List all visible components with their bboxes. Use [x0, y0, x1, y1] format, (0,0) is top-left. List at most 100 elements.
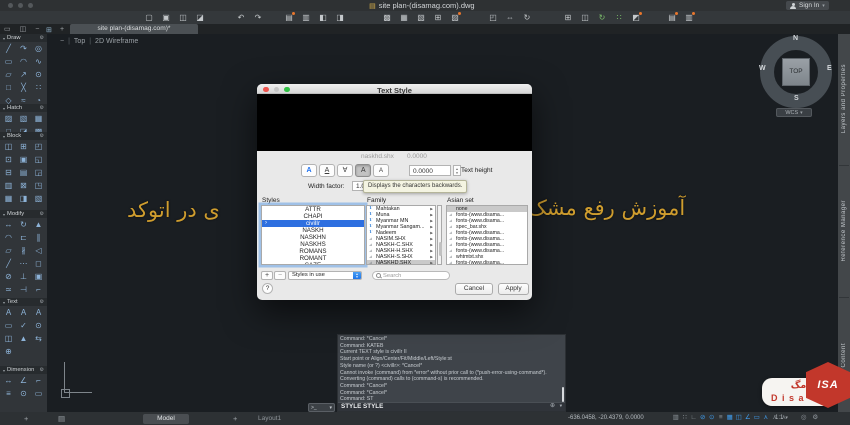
- compass-north[interactable]: N: [793, 35, 798, 42]
- draw-tool-icon[interactable]: ◠: [16, 55, 31, 68]
- draw-tool-icon[interactable]: ╳: [16, 81, 31, 94]
- cancel-button[interactable]: Cancel: [455, 283, 493, 295]
- vertical-toggle[interactable]: A: [373, 164, 389, 177]
- draw-tool-icon[interactable]: ▭: [1, 55, 16, 68]
- dimension-tool-icon[interactable]: ▭: [31, 387, 46, 400]
- open-file-icon[interactable]: ▣: [160, 12, 172, 24]
- plot-sheet-icon[interactable]: ▤: [58, 414, 65, 423]
- style-list-item[interactable]: ROMANT: [262, 255, 364, 262]
- modify-tool-icon[interactable]: ∦: [16, 244, 31, 257]
- modify-tool-icon[interactable]: ↔: [1, 218, 16, 231]
- draw-tool-icon[interactable]: ◎: [31, 42, 46, 55]
- attach-reference-icon[interactable]: ▦: [398, 12, 410, 24]
- modify-tool-icon[interactable]: ⊏: [16, 231, 31, 244]
- page-setup-icon[interactable]: ◧: [317, 12, 329, 24]
- modify-tool-icon[interactable]: ▱: [1, 244, 16, 257]
- palette-section-draw[interactable]: ▾ Draw ⚙: [0, 34, 47, 42]
- tile-windows-icon[interactable]: ◫: [20, 26, 27, 33]
- modify-tool-icon[interactable]: ⌐: [31, 283, 46, 296]
- hatch-tool-icon[interactable]: ▧: [16, 112, 31, 125]
- block-tool-icon[interactable]: ◨: [16, 192, 31, 205]
- gear-icon[interactable]: ⚙: [40, 299, 44, 305]
- compass-east[interactable]: E: [827, 65, 832, 72]
- dynamic-input-icon[interactable]: ∠: [744, 413, 752, 423]
- block-tool-icon[interactable]: ▧: [31, 192, 46, 205]
- style-list-item[interactable]: ATTR: [262, 206, 364, 213]
- block-tool-icon[interactable]: ⊞: [16, 140, 31, 153]
- compass-west[interactable]: W: [759, 65, 766, 72]
- text-tool-icon[interactable]: A: [31, 306, 46, 319]
- redo-icon[interactable]: ↷: [252, 12, 264, 24]
- dimension-tool-icon[interactable]: ⊙: [16, 387, 31, 400]
- ortho-mode-icon[interactable]: ∟: [690, 413, 698, 423]
- block-tool-icon[interactable]: ◱: [31, 153, 46, 166]
- active-drawing-tab[interactable]: site plan-(disamag.com)*: [70, 24, 198, 34]
- draw-tool-icon[interactable]: ╱: [1, 42, 16, 55]
- dimension-tool-icon[interactable]: ∠: [16, 374, 31, 387]
- grid-display-icon[interactable]: ▥: [672, 413, 680, 423]
- draw-tool-icon[interactable]: ∷: [31, 81, 46, 94]
- gear-icon[interactable]: ⚙: [40, 211, 44, 217]
- height-stepper[interactable]: ▴▾: [453, 165, 461, 176]
- block-tool-icon[interactable]: ◫: [1, 140, 16, 153]
- model-tab[interactable]: Model: [143, 414, 189, 424]
- match-orientation-toggle[interactable]: A: [319, 164, 335, 177]
- properties-icon[interactable]: ◩: [630, 12, 642, 24]
- snap-mode-icon[interactable]: ∷: [681, 413, 689, 423]
- block-tool-icon[interactable]: ⊠: [16, 179, 31, 192]
- compass-south[interactable]: S: [794, 95, 799, 102]
- object-snap-tracking-icon[interactable]: ◫: [735, 413, 743, 423]
- block-tool-icon[interactable]: ◳: [31, 179, 46, 192]
- sign-in-button[interactable]: Sign In ▾: [786, 1, 829, 10]
- remove-style-button[interactable]: −: [274, 271, 286, 280]
- chevron-down-icon[interactable]: ▾: [560, 402, 562, 410]
- measure-icon[interactable]: ⊞: [562, 12, 574, 24]
- family-scrollbar[interactable]: [437, 205, 442, 265]
- add-sheet-icon[interactable]: +: [24, 414, 28, 423]
- command-input[interactable]: STYLE STYLE ⊕ ▾: [338, 402, 565, 411]
- point-style-icon[interactable]: ∷: [613, 12, 625, 24]
- help-button[interactable]: ?: [262, 283, 273, 294]
- restore-window-icon[interactable]: ▭: [4, 26, 11, 33]
- pan-icon[interactable]: ⇔: [504, 12, 516, 24]
- asian-set-item[interactable]: ⊿ fonts-(www.disama...: [447, 260, 527, 265]
- style-list-item[interactable]: CHAPI: [262, 213, 364, 220]
- text-tool-icon[interactable]: ▭: [1, 319, 16, 332]
- modify-tool-icon[interactable]: ⋯: [16, 257, 31, 270]
- viewport-visual-style-control[interactable]: 2D Wireframe: [95, 38, 138, 45]
- window-controls[interactable]: [8, 3, 33, 8]
- lineweight-icon[interactable]: ≡: [717, 413, 725, 423]
- viewport-view-control[interactable]: Top: [74, 38, 85, 45]
- viewport-icon[interactable]: ⊞: [432, 12, 444, 24]
- text-tool-icon[interactable]: A: [16, 306, 31, 319]
- draw-tool-icon[interactable]: ↗: [16, 68, 31, 81]
- text-tool-icon[interactable]: ⊕: [1, 345, 16, 358]
- gear-icon[interactable]: ⚙: [40, 35, 44, 41]
- sheet-set-icon[interactable]: ▨: [449, 12, 461, 24]
- viewcube-top-face[interactable]: TOP: [782, 58, 810, 86]
- layer-properties-icon[interactable]: ▤: [666, 12, 678, 24]
- modify-tool-icon[interactable]: ▣: [31, 270, 46, 283]
- text-tool-icon[interactable]: ⊙: [31, 319, 46, 332]
- block-tool-icon[interactable]: ◲: [31, 166, 46, 179]
- new-tab-icon[interactable]: +: [60, 26, 64, 33]
- image-attach-icon[interactable]: ▧: [415, 12, 427, 24]
- palette-section-modify[interactable]: ▾ Modify ⚙: [0, 210, 47, 218]
- layer-states-icon[interactable]: ▥: [683, 12, 695, 24]
- dynamic-ucs-icon[interactable]: ▭: [753, 413, 761, 423]
- block-tool-icon[interactable]: ◰: [31, 140, 46, 153]
- gear-icon[interactable]: ⚙: [40, 367, 44, 373]
- draw-tool-icon[interactable]: ↷: [16, 42, 31, 55]
- palette-section-text[interactable]: ▾ Text ⚙: [0, 298, 47, 306]
- polar-tracking-icon[interactable]: ⊙: [708, 413, 716, 423]
- object-snap-icon[interactable]: ▦: [726, 413, 734, 423]
- hatch-tool-icon[interactable]: ▦: [31, 112, 46, 125]
- style-list-item[interactable]: NASKHS: [262, 241, 364, 248]
- modify-tool-icon[interactable]: ⊥: [16, 270, 31, 283]
- orbit-icon[interactable]: ↻: [521, 12, 533, 24]
- text-tool-icon[interactable]: ◫: [1, 332, 16, 345]
- modify-tool-icon[interactable]: ◁: [31, 244, 46, 257]
- block-tool-icon[interactable]: ⊟: [1, 166, 16, 179]
- layout1-tab[interactable]: Layout1: [258, 415, 281, 422]
- annotative-toggle[interactable]: A: [301, 164, 317, 177]
